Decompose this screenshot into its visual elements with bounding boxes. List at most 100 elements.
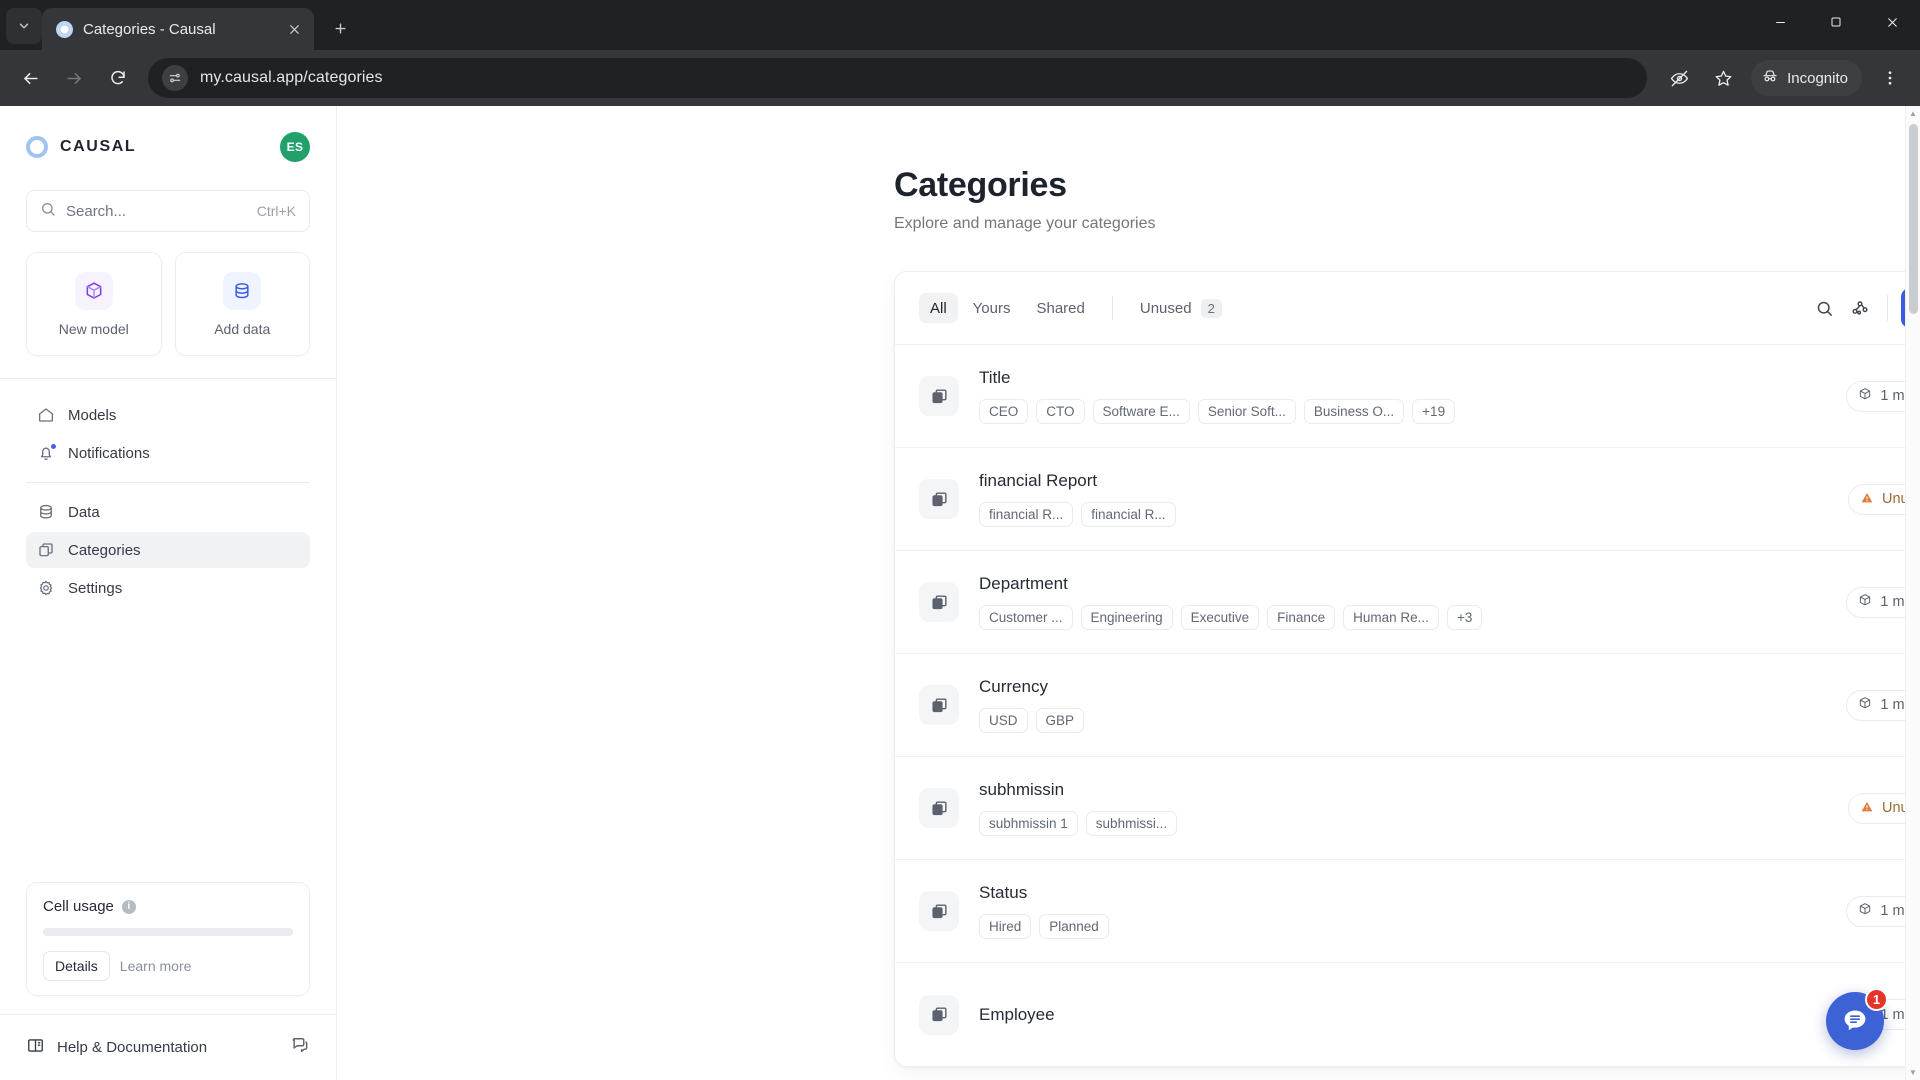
chat-widget-button[interactable]: 1 [1826, 988, 1888, 1050]
help-documentation-link[interactable]: Help & Documentation [26, 1036, 207, 1059]
row-content: Currency USD GBP [979, 677, 1846, 733]
search-input[interactable]: Search... Ctrl+K [26, 190, 310, 232]
usage-learn-more-link[interactable]: Learn more [120, 958, 192, 974]
category-chip[interactable]: financial R... [1081, 502, 1176, 527]
sidebar-item-data[interactable]: Data [26, 494, 310, 530]
category-chip[interactable]: +19 [1412, 399, 1456, 424]
cube-icon [1858, 902, 1872, 920]
category-chip[interactable]: CTO [1036, 399, 1085, 424]
cube-icon [1858, 696, 1872, 714]
brand[interactable]: CAUSAL [26, 136, 136, 158]
browser-tab[interactable]: Categories - Causal [42, 8, 314, 50]
row-chips: financial R... financial R... [979, 502, 1848, 527]
search-shortcut: Ctrl+K [256, 203, 296, 219]
scroll-up-arrow[interactable]: ▲ [1906, 106, 1920, 121]
incognito-indicator[interactable]: Incognito [1751, 60, 1862, 96]
category-chip[interactable]: Software E... [1092, 399, 1190, 424]
row-content: financial Report financial R... financial … [979, 471, 1848, 527]
address-bar[interactable]: my.causal.app/categories [148, 58, 1648, 98]
tab-label: Unused [1139, 299, 1192, 317]
category-chip[interactable]: CEO [979, 399, 1029, 424]
share-nodes-icon[interactable] [1842, 290, 1878, 326]
table-row[interactable]: subhmissinsubhmissin 1subhmissi...Unused [895, 757, 1920, 860]
tab-all[interactable]: All [919, 293, 958, 323]
new-tab-button[interactable] [324, 12, 356, 44]
category-chip[interactable]: subhmissin 1 [979, 811, 1078, 836]
page-scrollbar[interactable]: ▲ ▼ [1905, 106, 1920, 1080]
category-chip[interactable]: Senior Soft... [1197, 399, 1296, 424]
category-chip[interactable]: GBP [1035, 708, 1085, 733]
row-chips: Customer ... Engineering Executive Finance H… [979, 605, 1846, 630]
category-chip[interactable]: Customer ... [979, 605, 1073, 630]
incognito-label: Incognito [1787, 69, 1848, 87]
tab-unused[interactable]: Unused 2 [1129, 293, 1233, 323]
tab-yours[interactable]: Yours [962, 293, 1022, 323]
table-row[interactable]: Title CEO CTO Software E... Senior Soft... Bu… [895, 345, 1920, 448]
new-model-button[interactable]: New model [26, 252, 162, 356]
help-documentation-label: Help & Documentation [57, 1039, 208, 1056]
minimize-icon[interactable] [1752, 0, 1808, 44]
add-data-button[interactable]: Add data [174, 252, 310, 356]
chat-icon[interactable] [290, 1035, 310, 1060]
categories-list: Title CEO CTO Software E... Senior Soft... Bu… [895, 344, 1920, 1066]
category-chip[interactable]: subhmissi... [1085, 811, 1178, 836]
usage-details-button[interactable]: Details [43, 951, 110, 981]
sidebar-item-settings[interactable]: Settings [26, 570, 310, 606]
sidebar-item-label: Data [68, 503, 100, 521]
row-content: Department Customer ... Engineering Executi… [979, 574, 1846, 630]
cube-icon [74, 271, 113, 310]
browser-menu-icon[interactable] [1870, 58, 1910, 98]
category-chip[interactable]: Executive [1180, 605, 1260, 630]
window-close-icon[interactable] [1864, 0, 1920, 44]
tune-icon[interactable] [162, 65, 188, 91]
sidebar-item-categories[interactable]: Categories [26, 532, 310, 568]
copy-icon [919, 479, 959, 519]
table-row[interactable]: CurrencyUSDGBP1 model [895, 654, 1920, 757]
star-icon[interactable] [1703, 58, 1743, 98]
bell-icon [36, 442, 57, 463]
browser-toolbar: my.causal.app/categories Incognito [0, 50, 1920, 106]
sidebar-item-models[interactable]: Models [26, 397, 310, 433]
add-data-label: Add data [214, 320, 271, 337]
table-row[interactable]: financial Report financial R... financial … [895, 448, 1920, 551]
close-icon[interactable] [282, 17, 306, 41]
reload-icon[interactable] [98, 58, 138, 98]
category-chip[interactable]: financial R... [979, 502, 1074, 527]
arrow-left-icon[interactable] [10, 58, 50, 98]
row-content: Employee [979, 1005, 1846, 1025]
page-viewport: CAUSAL ES Search... Ctrl+K New model Add… [0, 106, 1920, 1080]
category-chip[interactable]: Business O... [1303, 399, 1405, 424]
category-chip[interactable]: +3 [1446, 605, 1483, 630]
category-chip[interactable]: Human Re... [1343, 605, 1439, 630]
tab-search-button[interactable] [6, 8, 42, 44]
category-chip[interactable]: Hired [979, 914, 1032, 939]
sidebar-item-notifications[interactable]: Notifications [26, 435, 310, 471]
maximize-icon[interactable] [1808, 0, 1864, 44]
row-chips: Hired Planned [979, 914, 1846, 939]
sidebar-item-label: Settings [68, 579, 123, 597]
tab-shared[interactable]: Shared [1025, 293, 1095, 323]
table-row[interactable]: Employee1 model [895, 963, 1920, 1066]
causal-ring-logo [26, 136, 48, 158]
sidebar-item-label: Categories [68, 541, 141, 559]
table-row[interactable]: Department Customer ... Engineering Executi… [895, 551, 1920, 654]
scrollbar-thumb[interactable] [1909, 124, 1918, 314]
tab-title: Categories - Causal [83, 20, 216, 38]
table-row[interactable]: StatusHiredPlanned1 model [895, 860, 1920, 963]
eye-off-icon[interactable] [1659, 58, 1699, 98]
category-chip[interactable]: Planned [1039, 914, 1109, 939]
category-chip[interactable]: Engineering [1080, 605, 1173, 630]
info-icon[interactable]: i [121, 899, 136, 914]
notification-dot [50, 442, 57, 450]
row-content: subhmissin subhmissin 1 subhmissi... [979, 780, 1848, 836]
copy-icon [36, 541, 55, 560]
panel-toolbar: All Yours Shared Unused 2 [895, 272, 1920, 344]
window-controls [1752, 0, 1920, 50]
search-icon[interactable] [1806, 290, 1842, 326]
sidebar-item-label: Models [68, 406, 117, 424]
category-chip[interactable]: Finance [1267, 605, 1336, 630]
avatar[interactable]: ES [280, 132, 310, 162]
category-chip[interactable]: USD [979, 708, 1028, 733]
scroll-down-arrow[interactable]: ▼ [1906, 1065, 1920, 1080]
sidebar-item-label: Notifications [68, 444, 150, 462]
